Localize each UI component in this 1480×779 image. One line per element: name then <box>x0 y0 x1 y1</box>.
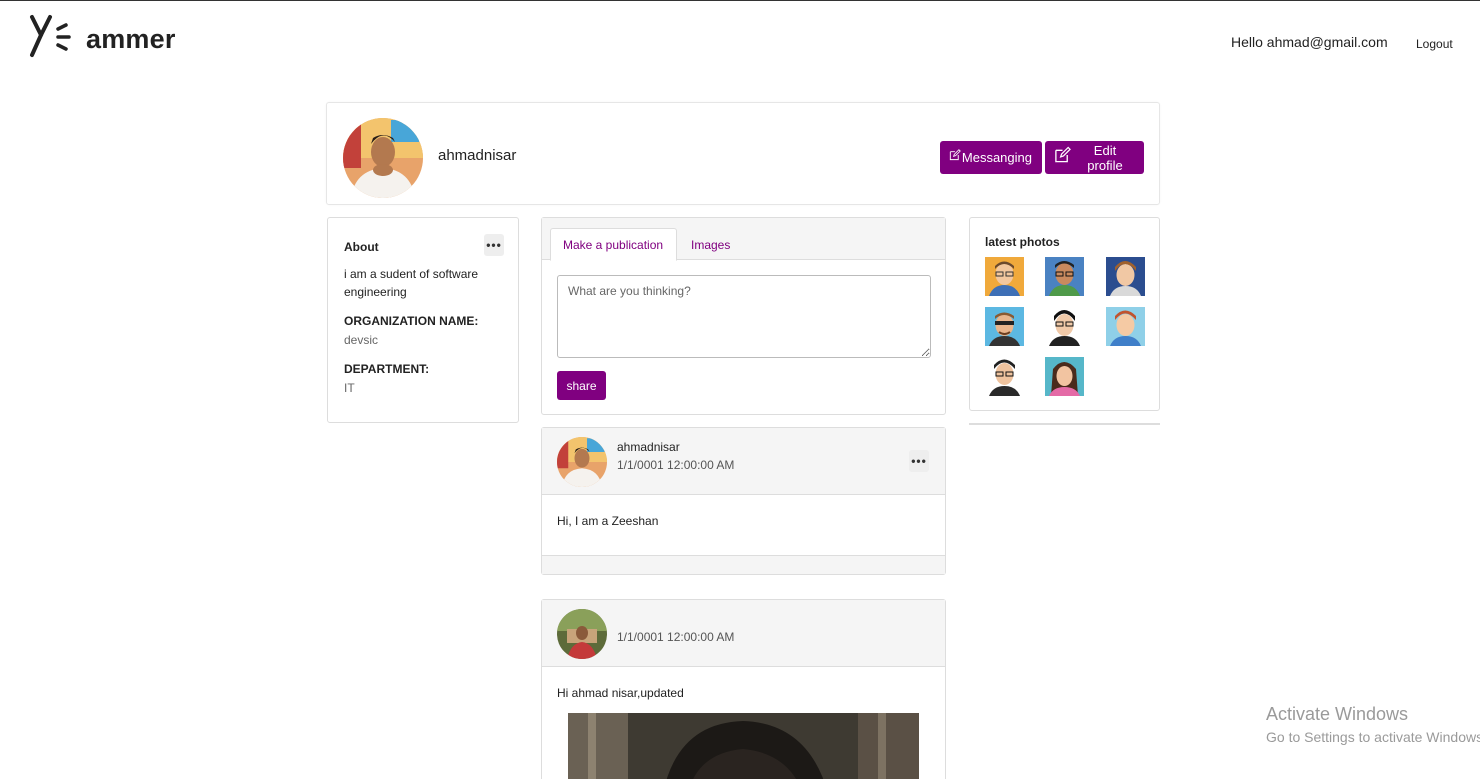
latest-photos-card: latest photos <box>969 217 1160 411</box>
profile-name: ahmadnisar <box>438 147 517 164</box>
messaging-button[interactable]: Messanging <box>940 141 1042 174</box>
department-label: DEPARTMENT: <box>344 362 430 376</box>
logo-text: ammer <box>86 23 176 54</box>
greeting: Hello ahmad@gmail.com <box>1231 34 1388 50</box>
about-card: About ••• i am a sudent of software engi… <box>327 217 519 423</box>
photo-thumbnail[interactable] <box>985 357 1024 396</box>
logout-link[interactable]: Logout <box>1416 37 1453 51</box>
photo-thumbnail[interactable] <box>1106 257 1145 296</box>
activation-watermark-subtitle: Go to Settings to activate Windows. <box>1266 729 1480 745</box>
post-footer <box>542 555 945 574</box>
profile-avatar <box>343 118 423 198</box>
photo-thumbnail[interactable] <box>1045 257 1084 296</box>
post-author-avatar[interactable] <box>557 437 607 487</box>
activation-watermark-title: Activate Windows <box>1266 704 1409 724</box>
photo-thumbnail[interactable] <box>1106 307 1145 346</box>
department-value: IT <box>344 381 355 395</box>
photo-thumbnail[interactable] <box>1045 357 1084 396</box>
share-button[interactable]: share <box>557 371 606 400</box>
post-card: 1/1/0001 12:00:00 AM Hi ahmad nisar,upda… <box>541 599 946 779</box>
tab-images[interactable]: Images <box>679 228 742 261</box>
about-title: About <box>344 240 379 254</box>
post-composer: Make a publication Images share <box>541 217 946 415</box>
post-header: ahmadnisar 1/1/0001 12:00:00 AM ••• <box>542 428 945 495</box>
top-border <box>0 0 1480 1</box>
post-header: 1/1/0001 12:00:00 AM <box>542 600 945 667</box>
photo-thumbnail[interactable] <box>985 307 1024 346</box>
post-input[interactable] <box>557 275 931 358</box>
more-options-icon[interactable]: ••• <box>909 450 929 472</box>
post-date: 1/1/0001 12:00:00 AM <box>617 458 735 472</box>
post-body: Hi ahmad nisar,updated <box>557 686 684 700</box>
edit-profile-button[interactable]: Edit profile <box>1045 141 1144 174</box>
photo-thumbnail[interactable] <box>985 257 1024 296</box>
composer-tabs: Make a publication Images <box>542 218 945 261</box>
post-date: 1/1/0001 12:00:00 AM <box>617 630 735 644</box>
logo-icon <box>28 13 80 59</box>
edit-icon <box>949 149 961 161</box>
photo-thumbnail[interactable] <box>1045 307 1084 346</box>
profile-card: ahmadnisar Messanging Edit profile <box>326 102 1160 205</box>
post-body: Hi, I am a Zeeshan <box>557 514 659 528</box>
more-options-icon[interactable]: ••• <box>484 234 504 256</box>
post-card: ahmadnisar 1/1/0001 12:00:00 AM ••• Hi, … <box>541 427 946 575</box>
photos-divider <box>969 423 1160 425</box>
tab-make-publication[interactable]: Make a publication <box>550 228 677 261</box>
messaging-label: Messanging <box>961 150 1032 165</box>
organization-label: ORGANIZATION NAME: <box>344 314 479 328</box>
post-author-avatar[interactable] <box>557 609 607 659</box>
post-image[interactable] <box>568 713 919 779</box>
edit-icon <box>1055 146 1071 163</box>
post-author[interactable]: ahmadnisar <box>617 440 680 454</box>
edit-profile-label: Edit profile <box>1087 142 1123 173</box>
latest-photos-title: latest photos <box>985 235 1060 249</box>
logo[interactable]: ammer <box>28 13 176 59</box>
organization-value: devsic <box>344 333 379 347</box>
about-description: i am a sudent of software engineering <box>344 267 479 299</box>
